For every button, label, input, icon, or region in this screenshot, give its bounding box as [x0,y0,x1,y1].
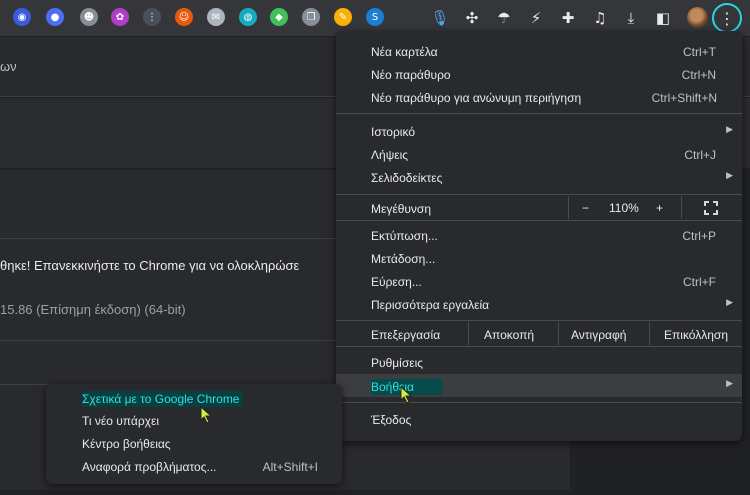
menu-item-history[interactable]: Ιστορικό ▶ [336,120,742,143]
menu-item-label: Νέο παράθυρο για ανώνυμη περιήγηση [371,91,582,105]
submenu-arrow-icon: ▶ [726,379,733,389]
more-vert-icon: ⋮ [719,8,735,28]
menu-item-label: Εκτύπωση... [371,229,438,243]
zoom-out-button[interactable]: − [582,201,589,215]
zoom-level: 110% [609,201,639,215]
menu-item-exit[interactable]: Έξοδος [336,408,742,431]
menu-item-shortcut: Ctrl+N [681,68,716,82]
ext-12-icon[interactable]: S [366,8,384,26]
submenu-arrow-icon: ▶ [726,298,733,308]
menu-item-bookmarks[interactable]: Σελιδοδείκτες ▶ [336,166,742,189]
ext-7-icon[interactable]: ✉ [207,8,225,26]
edit-label: Επεξεργασία [371,328,441,342]
menu-item-shortcut: Ctrl+F [683,275,716,289]
menu-separator [336,320,742,321]
download-icon[interactable]: ⤓ [621,8,641,28]
menu-item-downloads[interactable]: Λήψεις Ctrl+J [336,143,742,166]
ext-1-icon[interactable]: ◉ [13,8,31,26]
menu-item-help-center[interactable]: Κέντρο βοήθειας [46,432,342,455]
cut-button[interactable]: Αποκοπή [484,328,534,342]
menu-item-about-chrome[interactable]: Σχετικά με το Google Chrome [46,386,342,409]
menu-item-label: Αναφορά προβλήματος... [82,460,217,474]
microphone-icon[interactable]: 🎙 [430,8,450,28]
menu-item-label: Εύρεση... [371,275,422,289]
ext-8-icon[interactable]: ◍ [239,8,257,26]
menu-item-label: Σχετικά με το Google Chrome [82,391,244,407]
chrome-main-menu: Νέα καρτέλα Ctrl+T Νέο παράθυρο Ctrl+N Ν… [336,31,742,441]
playlist-icon[interactable]: ♫ [590,8,610,28]
bolt-icon[interactable]: ⚡ [526,8,546,28]
edit-cell-separator [468,322,469,345]
submenu-arrow-icon: ▶ [726,171,733,181]
mouse-cursor-icon [400,386,413,404]
menu-item-help[interactable]: Βοήθεια ▶ [336,374,742,397]
menu-item-new-tab[interactable]: Νέα καρτέλα Ctrl+T [336,40,742,63]
menu-item-incognito-window[interactable]: Νέο παράθυρο για ανώνυμη περιήγηση Ctrl+… [336,86,742,109]
edit-cell-separator [649,322,650,345]
menu-item-more-tools[interactable]: Περισσότερα εργαλεία ▶ [336,293,742,316]
menu-item-label: Νέο παράθυρο [371,68,451,82]
ext-2-icon[interactable]: ● [46,8,64,26]
ext-5-icon[interactable]: ⋮ [143,8,161,26]
menu-item-label: Σελιδοδείκτες [371,171,443,185]
profile-avatar[interactable] [687,7,708,28]
submenu-arrow-icon: ▶ [726,125,733,135]
fullscreen-icon[interactable] [704,201,718,215]
menu-separator [336,346,742,347]
menu-item-label: Ιστορικό [371,125,416,139]
menu-item-cast[interactable]: Μετάδοση... [336,247,742,270]
paste-button[interactable]: Επικόλληση [664,328,728,342]
chrome-menu-button[interactable]: ⋮ [712,3,742,33]
zoom-label: Μεγέθυνση [371,202,432,216]
menu-item-label: Κέντρο βοήθειας [82,437,171,451]
menu-item-whats-new[interactable]: Τι νέο υπάρχει [46,409,342,432]
puzzle-icon[interactable]: ✚ [558,8,578,28]
zoom-cell-separator [568,196,569,219]
menu-separator [336,194,742,195]
mouse-cursor-icon [200,406,213,424]
menu-item-shortcut: Alt+Shift+I [262,460,318,474]
ext-4-icon[interactable]: ✿ [111,8,129,26]
edit-cell-separator [558,322,559,345]
menu-item-label: Μετάδοση... [371,252,436,266]
help-submenu: Σχετικά με το Google Chrome Τι νέο υπάρχ… [46,384,342,484]
menu-item-find[interactable]: Εύρεση... Ctrl+F [336,270,742,293]
ext-11-icon[interactable]: ✎ [334,8,352,26]
menu-separator [336,113,742,114]
update-status-text: θηκε! Επανεκκινήστε το Chrome για να ολο… [0,258,300,273]
menu-item-report-issue[interactable]: Αναφορά προβλήματος... Alt+Shift+I [46,455,342,478]
menu-item-label: Λήψεις [371,148,409,162]
menu-item-label: Ρυθμίσεις [371,356,424,370]
edit-row: Επεξεργασία Αποκοπή Αντιγραφή Επικόλληση [336,322,742,345]
ext-10-icon[interactable]: ❐ [302,8,320,26]
menu-separator [336,402,742,403]
menu-item-new-window[interactable]: Νέο παράθυρο Ctrl+N [336,63,742,86]
menu-item-label: Νέα καρτέλα [371,45,438,59]
zoom-cell-separator [681,196,682,219]
menu-separator [336,220,742,221]
version-text: 15.86 (Επίσημη έκδοση) (64-bit) [0,302,186,317]
menu-item-shortcut: Ctrl+T [683,45,716,59]
menu-item-settings[interactable]: Ρυθμίσεις [336,351,742,374]
ext-3-icon[interactable]: ☻ [80,8,98,26]
ext-9-icon[interactable]: ◆ [270,8,288,26]
menu-item-shortcut: Ctrl+Shift+N [651,91,717,105]
page-header-text: ων [0,59,17,74]
copy-button[interactable]: Αντιγραφή [571,328,626,342]
zoom-row: Μεγέθυνση − 110% + [336,196,742,219]
ext-6-icon[interactable]: ☺ [175,8,193,26]
menu-item-print[interactable]: Εκτύπωση... Ctrl+P [336,224,742,247]
menu-item-label: Περισσότερα εργαλεία [371,298,490,312]
zoom-in-button[interactable]: + [656,201,663,215]
menu-item-label: Έξοδος [371,413,412,427]
side-panel-icon[interactable]: ◧ [653,8,673,28]
menu-item-label: Τι νέο υπάρχει [82,414,159,428]
menu-item-shortcut: Ctrl+J [684,148,716,162]
fan-icon[interactable]: ✣ [462,8,482,28]
umbrella-icon[interactable]: ☂ [494,8,514,28]
menu-item-shortcut: Ctrl+P [682,229,716,243]
